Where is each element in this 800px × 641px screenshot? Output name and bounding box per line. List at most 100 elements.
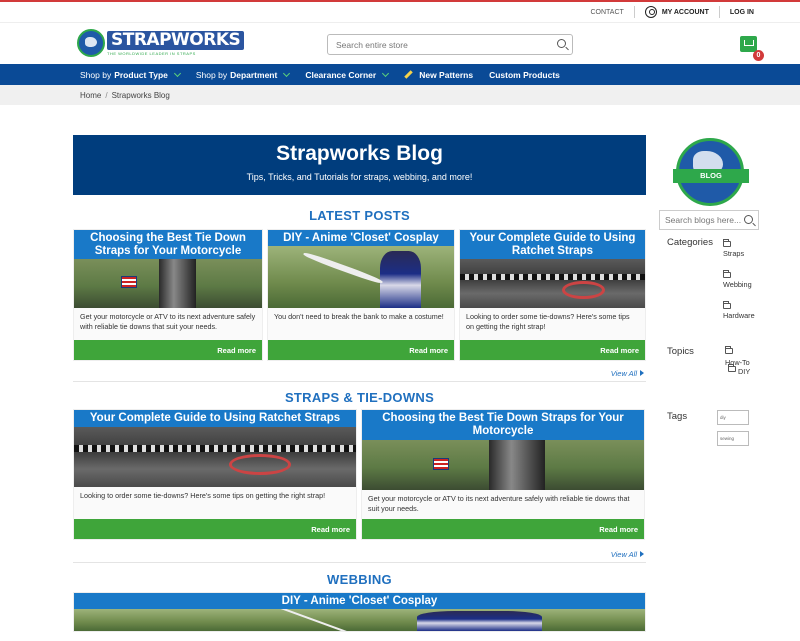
logo-name: STRAPWORKS [107, 30, 245, 50]
read-more-button[interactable]: Read more [268, 340, 454, 360]
straps-tie-downs-heading: STRAPS & TIE-DOWNS [284, 390, 435, 405]
read-more-button[interactable]: Read more [74, 519, 356, 539]
post-card[interactable]: Your Complete Guide to Using Ratchet Str… [459, 229, 646, 361]
post-excerpt: You don't need to break the bank to make… [268, 308, 454, 340]
site-header: STRAPWORKS THE WORLDWIDE LEADER IN STRAP… [0, 22, 800, 64]
view-all-link[interactable]: View All [73, 369, 646, 378]
my-account-label: MY ACCOUNT [661, 8, 709, 16]
post-image-cosplay[interactable] [268, 246, 454, 308]
page-subtitle: Tips, Tricks, and Tutorials for straps, … [246, 172, 473, 182]
categories-heading: Categories [667, 237, 713, 248]
blog-sidebar: BLOG Search blogs here... Categories Str… [659, 135, 759, 446]
category-straps[interactable]: Straps [723, 239, 755, 272]
category-label: Webbing [723, 280, 752, 289]
chevron-down-icon [382, 69, 390, 77]
post-card[interactable]: Your Complete Guide to Using Ratchet Str… [73, 409, 357, 540]
post-title[interactable]: DIY - Anime 'Closet' Cosplay [74, 593, 645, 609]
nav-prefix: Shop by [195, 69, 228, 80]
blog-badge-label: BLOG [673, 169, 749, 183]
topics-section: Topics How-To DIY [659, 346, 759, 408]
nav-custom-products[interactable]: Custom Products [489, 70, 560, 80]
cart-icon[interactable] [740, 36, 757, 52]
nav-label: Product Type [114, 69, 168, 80]
post-card[interactable]: DIY - Anime 'Closet' Cosplay You don't n… [267, 229, 455, 361]
view-all-label: View All [610, 369, 637, 378]
read-more-button[interactable]: Read more [460, 340, 645, 360]
post-title[interactable]: Your Complete Guide to Using Ratchet Str… [460, 230, 645, 259]
read-more-button[interactable]: Read more [74, 340, 262, 360]
post-image-ratchet[interactable] [460, 259, 645, 308]
category-webbing[interactable]: Webbing [723, 270, 755, 303]
nav-new-patterns[interactable]: New Patterns [404, 70, 473, 80]
post-title[interactable]: Choosing the Best Tie Down Straps for Yo… [362, 410, 644, 440]
nav-clearance-corner[interactable]: Clearance Corner [305, 69, 390, 80]
utility-bar: CONTACT MY ACCOUNT LOG IN [0, 2, 800, 22]
search-icon[interactable] [744, 215, 753, 224]
nav-prefix: Shop by [80, 69, 112, 80]
post-image-motorcycle[interactable] [74, 259, 262, 308]
strapworks-logo[interactable]: STRAPWORKS THE WORLDWIDE LEADER IN STRAP… [77, 29, 245, 57]
post-title[interactable]: DIY - Anime 'Closet' Cosplay [268, 230, 454, 246]
folder-icon [723, 301, 731, 309]
post-image-motorcycle[interactable] [362, 440, 644, 490]
post-card[interactable]: Choosing the Best Tie Down Straps for Yo… [361, 409, 645, 540]
search-placeholder: Search entire store [336, 40, 408, 50]
breadcrumb-current: Strapworks Blog [111, 91, 170, 100]
post-excerpt: Get your motorcycle or ATV to its next a… [362, 490, 644, 519]
categories-section: Categories Straps Webbing Hardware [659, 236, 759, 346]
nav-shop-by-product-type[interactable]: Shop by Product Type [80, 69, 181, 80]
pencil-icon [404, 70, 413, 79]
arrow-right-icon [640, 551, 644, 557]
post-card[interactable]: DIY - Anime 'Closet' Cosplay [73, 592, 646, 632]
tag-diy[interactable]: diy [717, 410, 749, 425]
blog-search-placeholder: Search blogs here... [665, 215, 742, 225]
blog-hero: Strapworks Blog Tips, Tricks, and Tutori… [73, 135, 646, 195]
post-title[interactable]: Choosing the Best Tie Down Straps for Yo… [74, 230, 262, 259]
page-title: Strapworks Blog [276, 142, 443, 165]
topic-how-to[interactable]: How-To [725, 346, 750, 367]
post-title[interactable]: Your Complete Guide to Using Ratchet Str… [74, 410, 356, 427]
post-image-cosplay[interactable] [74, 609, 645, 631]
nav-shop-by-department[interactable]: Shop by Department [195, 69, 291, 80]
arrow-right-icon [640, 370, 644, 376]
nav-label: New Patterns [419, 69, 474, 80]
cart-count-badge: 0 [753, 50, 764, 61]
tag-sewing[interactable]: sewing [717, 431, 749, 446]
contact-link[interactable]: CONTACT [591, 9, 624, 16]
view-all-link[interactable]: View All [73, 550, 646, 559]
main-nav: Shop by Product Type Shop by Department … [0, 64, 800, 85]
search-input[interactable]: Search entire store [327, 34, 573, 55]
search-icon[interactable] [557, 39, 566, 48]
view-all-label: View All [610, 550, 637, 559]
divider [633, 6, 635, 18]
login-link[interactable]: LOG IN [730, 9, 754, 16]
chevron-down-icon [173, 69, 181, 77]
user-icon [644, 6, 657, 18]
webbing-heading: WEBBING [327, 572, 392, 587]
breadcrumb-home[interactable]: Home [80, 91, 101, 100]
post-image-ratchet[interactable] [74, 427, 356, 487]
blog-main: Strapworks Blog Tips, Tricks, and Tutori… [73, 135, 646, 632]
webbing-posts-grid: DIY - Anime 'Closet' Cosplay [73, 592, 646, 632]
topic-label: DIY [738, 367, 751, 376]
folder-icon [728, 364, 736, 372]
read-more-button[interactable]: Read more [362, 519, 644, 539]
blog-logo: BLOG [673, 138, 749, 206]
post-excerpt: Get your motorcycle or ATV to its next a… [74, 308, 262, 340]
folder-icon [723, 270, 731, 278]
logo-tagline: THE WORLDWIDE LEADER IN STRAPS [107, 50, 196, 56]
topic-diy[interactable]: DIY [725, 364, 751, 382]
post-excerpt: Looking to order some tie-downs? Here's … [460, 308, 645, 340]
folder-icon [723, 239, 731, 247]
latest-posts-grid: Choosing the Best Tie Down Straps for Yo… [73, 229, 646, 361]
category-label: Straps [723, 249, 745, 258]
divider [718, 6, 720, 18]
post-card[interactable]: Choosing the Best Tie Down Straps for Yo… [73, 229, 263, 361]
my-account-link[interactable]: MY ACCOUNT [644, 6, 709, 18]
chevron-down-icon [283, 69, 291, 77]
blog-search-input[interactable]: Search blogs here... [659, 210, 759, 230]
post-excerpt: Looking to order some tie-downs? Here's … [74, 487, 356, 519]
breadcrumb-separator: / [105, 91, 108, 100]
category-hardware[interactable]: Hardware [723, 301, 755, 334]
globe-icon [77, 29, 105, 57]
